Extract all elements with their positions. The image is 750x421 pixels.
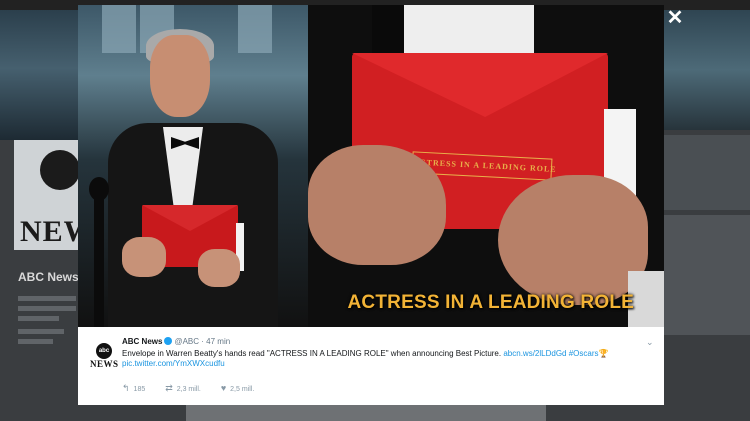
tweet-text: Envelope in Warren Beatty's hands read "… <box>122 349 642 369</box>
tweet-options-caret-icon[interactable]: ⌄ <box>646 337 654 348</box>
tweet-pic-link[interactable]: pic.twitter.com/YmXWXcudfu <box>122 359 225 368</box>
reply-icon: ↰ <box>122 383 130 393</box>
like-count: 2,5 mill. <box>230 386 255 393</box>
tweet-link[interactable]: abcn.ws/2lLDdGd <box>503 349 566 358</box>
tweet-author-handle[interactable]: @ABC <box>174 337 199 346</box>
media-image[interactable]: ACTRESS IN A LEADING ROLE ACTRESS IN A L… <box>78 5 664 327</box>
tweet-actions: ↰ 185 ⇄ 2,3 mill. ♥ 2,5 mill. <box>122 383 272 394</box>
verified-badge-icon <box>164 337 173 345</box>
tweet-timestamp[interactable]: · 47 min <box>201 337 230 346</box>
tweet-avatar-text: NEWS <box>90 359 119 369</box>
media-overlay-card: ACTRESS IN A LEADING ROLE ACTRESS IN A L… <box>78 5 664 405</box>
background-bio-lines <box>18 296 76 349</box>
tweet: abc NEWS ABC News @ABC · 47 min ⌄ Envelop… <box>78 327 664 405</box>
tweet-body-text: Envelope in Warren Beatty's hands read "… <box>122 349 502 358</box>
background-side-panel-2 <box>664 215 750 335</box>
like-button[interactable]: ♥ 2,5 mill. <box>221 383 254 393</box>
background-profile-name: ABC News <box>18 270 79 284</box>
heart-icon: ♥ <box>220 383 227 393</box>
retweet-button[interactable]: ⇄ 2,3 mill. <box>165 383 201 394</box>
retweet-icon: ⇄ <box>165 383 173 393</box>
retweet-count: 2,3 mill. <box>176 386 201 393</box>
image-caption: ACTRESS IN A LEADING ROLE <box>347 292 634 313</box>
background-header-photo <box>0 10 78 140</box>
photo-presenter <box>78 5 308 327</box>
tweet-author-name[interactable]: ABC News <box>122 337 162 346</box>
presenter-head <box>150 35 210 117</box>
reply-button[interactable]: ↰ 185 <box>122 383 145 394</box>
close-button[interactable]: ✕ <box>666 8 684 28</box>
tweet-avatar[interactable]: abc NEWS <box>90 343 118 371</box>
background-bottom-strip <box>186 405 546 421</box>
reply-count: 185 <box>133 386 146 393</box>
background-side-panel <box>664 135 750 210</box>
abc-logo-icon: abc <box>96 343 112 359</box>
tweet-header: ABC News @ABC · 47 min <box>122 337 230 346</box>
photo-envelope-closeup: ACTRESS IN A LEADING ROLE <box>308 5 664 327</box>
tweet-hashtag[interactable]: #Oscars <box>569 349 599 358</box>
background-abc-logo <box>40 150 80 190</box>
trophy-emoji-icon: 🏆 <box>598 349 609 358</box>
